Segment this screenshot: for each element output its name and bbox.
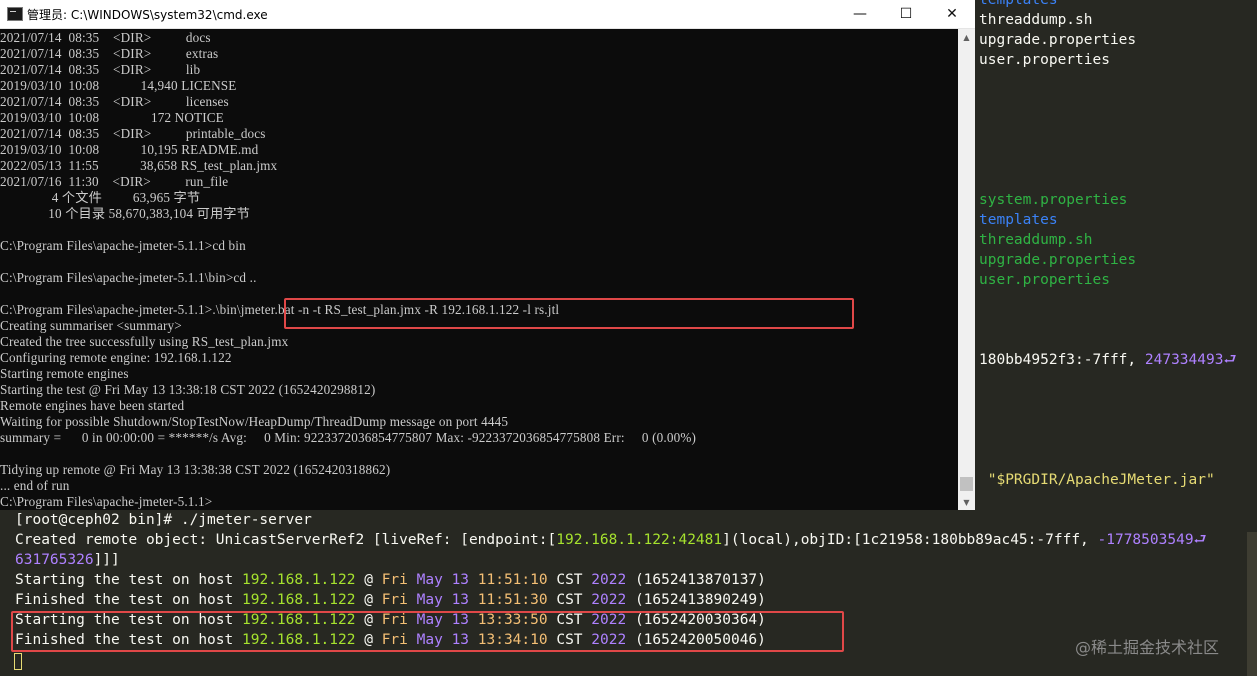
test-line-verb: Starting the test on host (15, 572, 234, 588)
cmd-output-line: summary = 0 in 00:00:00 = ******/s Avg: … (0, 430, 697, 445)
background-terminal: templates threaddump.sh upgrade.properti… (975, 0, 1257, 510)
objid-number: -1778503549 (1097, 532, 1194, 548)
cmd-output-line: Creating summariser <summary> (0, 318, 182, 333)
objid-part: :-7fff, (1075, 352, 1145, 368)
created-prefix: Created remote object: UnicastServerRef2… (15, 532, 557, 548)
highlight-box-results (11, 611, 844, 652)
cmd-output-line: 2021/07/14 08:35 <DIR> licenses (0, 94, 229, 109)
cmd-output-line: Configuring remote engine: 192.168.1.122 (0, 350, 232, 365)
minimize-button[interactable]: — (837, 0, 883, 28)
endpoint-address: 192.168.1.122:42481 (556, 532, 723, 548)
window-titlebar[interactable]: 管理员: C:\WINDOWS\system32\cmd.exe — ☐ ✕ (0, 0, 975, 29)
cmd-output-line: Remote engines have been started (0, 398, 185, 413)
cmd-output-line: 2021/07/14 08:35 <DIR> extras (0, 46, 219, 61)
bg-file-threaddump-green: threaddump.sh (979, 232, 1093, 248)
cmd-output-line: 2021/07/14 08:35 <DIR> printable_docs (0, 126, 266, 141)
scroll-gutter[interactable] (1247, 532, 1257, 676)
cmd-output-line: Created the tree successfully using RS_t… (0, 334, 289, 349)
cmd-window[interactable]: 管理员: C:\WINDOWS\system32\cmd.exe — ☐ ✕ 2… (0, 0, 975, 510)
wrap-icon: ⮐ (1193, 532, 1207, 548)
created-remote-line-cont: 631765326]]] (15, 550, 120, 570)
test-line-date: 13 (451, 592, 470, 608)
cmd-output-line: Tidying up remote @ Fri May 13 13:38:38 … (0, 462, 391, 477)
test-line-year: 2022 (591, 592, 627, 608)
vertical-scrollbar[interactable]: ▲ ▼ (958, 29, 975, 510)
cmd-output-line: 4 个文件 63,965 字节 (0, 190, 201, 205)
test-line-tz: CST (556, 572, 583, 588)
test-line-time: 11:51:10 (477, 572, 548, 588)
terminal-cursor (14, 653, 22, 670)
test-line-ip: 192.168.1.122 (241, 572, 356, 588)
cmd-output-line: 2019/03/10 10:08 172 NOTICE (0, 110, 224, 125)
bg-file-system: system.properties (979, 192, 1128, 208)
test-run-line: Starting the test on host 192.168.1.122 … (15, 570, 766, 590)
ssh-terminal[interactable]: [root@ceph02 bin]# ./jmeter-server Creat… (0, 510, 1257, 676)
cmd-app-icon (7, 7, 23, 21)
cmd-output-line: 2019/03/10 10:08 14,940 LICENSE (0, 78, 237, 93)
window-title: 管理员: C:\WINDOWS\system32\cmd.exe (27, 8, 268, 22)
bg-file-templates: templates (979, 212, 1058, 228)
cmd-output-line: 10 个目录 58,670,383,104 可用字节 (0, 206, 250, 221)
cmd-output-line: 2019/03/10 10:08 10,195 README.md (0, 142, 259, 157)
maximize-button[interactable]: ☐ (883, 0, 929, 28)
bg-objid-tail: 180bb4952f3:-7fff, 247334493⮐ (979, 350, 1237, 370)
wrap-icon: ⮐ (1223, 352, 1237, 368)
bg-file-threaddump: threaddump.sh (979, 12, 1093, 28)
cmd-output-line: Starting remote engines (0, 366, 129, 381)
test-line-month: May (416, 592, 443, 608)
test-line-day: Fri (381, 592, 408, 608)
cmd-output-line: 2021/07/14 08:35 <DIR> lib (0, 62, 201, 77)
cmd-output-line: Waiting for possible Shutdown/StopTestNo… (0, 414, 509, 429)
test-line-stamp: (1652413890249) (634, 592, 766, 608)
cmd-output-line: C:\Program Files\apache-jmeter-5.1.1\bin… (0, 270, 257, 285)
scroll-down-arrow-icon[interactable]: ▼ (958, 494, 975, 510)
shell-prompt-line: [root@ceph02 bin]# ./jmeter-server (15, 512, 312, 528)
cmd-output-line: 2021/07/14 08:35 <DIR> docs (0, 30, 211, 45)
objid-number: 247334493 (1144, 352, 1224, 368)
cmd-output-line: Starting the test @ Fri May 13 13:38:18 … (0, 382, 376, 397)
scroll-up-arrow-icon[interactable]: ▲ (958, 29, 975, 45)
cmd-output-line: C:\Program Files\apache-jmeter-5.1.1> (0, 494, 213, 509)
created-remote-line: Created remote object: UnicastServerRef2… (15, 530, 1207, 550)
test-line-tz: CST (556, 592, 583, 608)
bg-jar-path: "$PRGDIR/ApacheJMeter.jar" (979, 472, 1215, 488)
watermark: @稀土掘金技术社区 (1075, 638, 1220, 657)
test-line-ip: 192.168.1.122 (241, 592, 356, 608)
test-line-at: @ (364, 572, 373, 588)
bg-file-upgrade: upgrade.properties (979, 32, 1137, 48)
cmd-output-line: C:\Program Files\apache-jmeter-5.1.1>cd … (0, 238, 246, 253)
scroll-thumb[interactable] (960, 477, 973, 491)
test-line-month: May (416, 572, 443, 588)
bg-file-user: user.properties (979, 52, 1110, 68)
close-button[interactable]: ✕ (929, 0, 975, 28)
objid-part: 180bb4952f3 (979, 352, 1076, 368)
test-line-date: 13 (451, 572, 470, 588)
objid-number-cont: 631765326 (15, 552, 94, 568)
test-line-day: Fri (381, 572, 408, 588)
test-line-at: @ (364, 592, 373, 608)
cmd-output-line: 2022/05/13 11:55 38,658 RS_test_plan.jmx (0, 158, 278, 173)
test-run-line: Finished the test on host 192.168.1.122 … (15, 590, 766, 610)
bg-file-templates-top: templates (979, 0, 1058, 8)
bg-file-upgrade-green: upgrade.properties (979, 252, 1137, 268)
highlight-box-command (284, 298, 854, 329)
bg-file-user-green: user.properties (979, 272, 1110, 288)
objid-text: ](local),objID:[1c21958:180bb89ac45:-7ff… (722, 532, 1098, 548)
cmd-output-line: 2021/07/16 11:30 <DIR> run_file (0, 174, 229, 189)
cmd-output[interactable]: 2021/07/14 08:35 <DIR> docs 2021/07/14 08… (0, 29, 958, 510)
test-line-stamp: (1652413870137) (634, 572, 766, 588)
test-line-time: 11:51:30 (477, 592, 548, 608)
bracket-close: ]]] (93, 552, 120, 568)
cmd-output-line: ... end of run (0, 478, 70, 493)
test-line-year: 2022 (591, 572, 627, 588)
test-line-verb: Finished the test on host (15, 592, 234, 608)
